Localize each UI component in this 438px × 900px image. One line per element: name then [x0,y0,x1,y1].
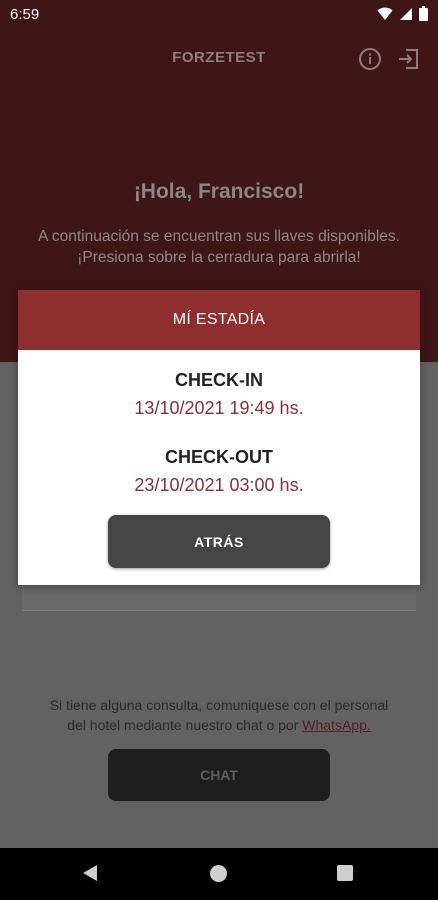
intro-line-2: ¡Presiona sobre la cerradura para abrirl… [77,249,361,266]
chat-button[interactable]: CHAT [108,749,330,801]
back-button[interactable]: ATRÁS [108,515,330,568]
checkout-label: CHECK-OUT [165,447,273,467]
intro-line-1: A continuación se encuentran sus llaves … [38,228,400,245]
logout-icon[interactable] [396,47,420,71]
screen: 6:59 FORZETEST ¡Hola, Francisco! A conti… [0,0,438,900]
help-line-2: del hotel mediante nuestro chat o por Wh… [0,715,438,735]
greeting: ¡Hola, Francisco! [133,180,305,203]
help-line-2-text: del hotel mediante nuestro chat o por [67,717,303,733]
checkin-value: 13/10/2021 19:49 hs. [134,398,304,418]
status-bar: 6:59 [0,0,438,30]
signal-icon [400,7,412,20]
nav-recent-icon[interactable] [337,865,353,881]
checkout-value: 23/10/2021 03:00 hs. [134,475,304,495]
stay-dialog: MÍ ESTADÍA CHECK-IN 13/10/2021 19:49 hs.… [18,290,420,585]
help-text: Si tiene alguna consulta, comuniquese co… [0,695,438,735]
navigation-bar [0,848,438,900]
battery-icon [419,6,428,21]
dialog-title: MÍ ESTADÍA [18,290,420,350]
nav-home-icon[interactable] [210,865,227,882]
status-icons [377,6,428,21]
info-icon[interactable] [358,47,382,71]
intro-text: A continuación se encuentran sus llaves … [0,226,438,268]
help-line-1: Si tiene alguna consulta, comuniquese co… [49,697,389,713]
wifi-icon [377,7,393,20]
nav-back-icon[interactable] [82,864,98,882]
whatsapp-link[interactable]: WhatsApp. [302,717,370,733]
status-time: 6:59 [10,6,40,23]
checkin-label: CHECK-IN [175,370,263,390]
